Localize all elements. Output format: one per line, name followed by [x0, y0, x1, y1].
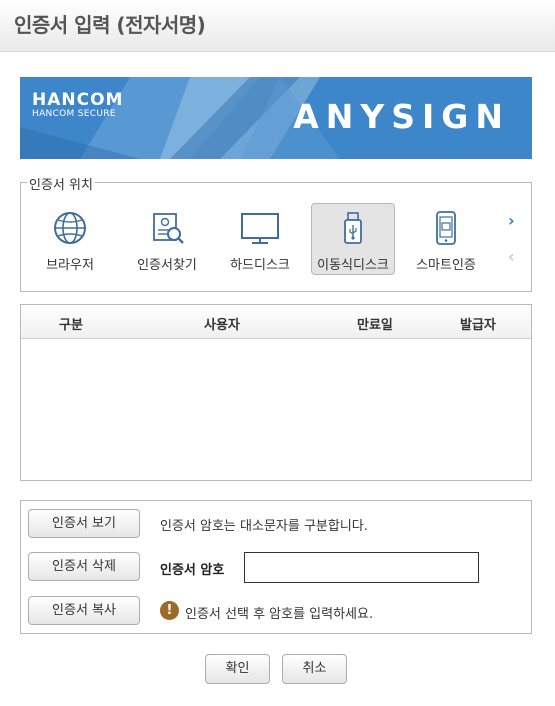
title-bar: 인증서 입력 (전자서명) [0, 0, 555, 52]
copy-certificate-button[interactable]: 인증서 복사 [28, 596, 140, 625]
anysign-banner: HANCOM HANCOM SECURE ANYSIGN [20, 77, 532, 159]
usb-drive-icon [312, 210, 394, 246]
ok-button[interactable]: 확인 [205, 654, 270, 684]
chevron-left-icon[interactable]: ‹ [508, 247, 515, 266]
delete-certificate-button[interactable]: 인증서 삭제 [28, 552, 140, 581]
password-label: 인증서 암호 [160, 563, 225, 578]
media-hard-disk[interactable]: 하드디스크 [218, 203, 302, 275]
hancom-secure-text: HANCOM SECURE [32, 109, 116, 119]
certificate-location-group: 인증서 위치 브라우저 인증서찾기 하드디스크 이동식디스크 스마트인증 › ‹ [20, 174, 532, 292]
column-expiry: 만료일 [357, 318, 393, 333]
column-user: 사용자 [204, 318, 240, 333]
chevron-right-icon[interactable]: › [508, 211, 515, 230]
smartphone-icon [405, 210, 487, 246]
column-type: 구분 [59, 318, 83, 333]
cancel-button[interactable]: 취소 [282, 654, 347, 684]
media-label: 브라우저 [46, 258, 94, 273]
location-legend: 인증서 위치 [27, 174, 95, 193]
hancom-logo: HANCOM [32, 90, 124, 110]
column-issuer: 발급자 [460, 318, 496, 333]
certificate-table[interactable]: 구분 사용자 만료일 발급자 [20, 304, 532, 481]
window-title: 인증서 입력 (전자서명) [14, 13, 206, 37]
media-label: 스마트인증 [416, 258, 476, 273]
case-sensitive-notice: 인증서 암호는 대소문자를 구분합니다. [160, 519, 368, 534]
certificate-password-input[interactable] [244, 552, 479, 583]
media-label: 인증서찾기 [137, 258, 197, 273]
warning-icon: ! [160, 601, 179, 620]
certificate-actions: 인증서 보기 인증서 암호는 대소문자를 구분합니다. 인증서 삭제 인증서 암… [20, 500, 532, 634]
view-certificate-button[interactable]: 인증서 보기 [28, 509, 140, 538]
product-name: ANYSIGN [293, 97, 510, 136]
media-browser[interactable]: 브라우저 [28, 203, 112, 275]
media-removable-disk[interactable]: 이동식디스크 [311, 203, 395, 275]
password-hint: 인증서 선택 후 암호를 입력하세요. [185, 607, 374, 622]
table-header: 구분 사용자 만료일 발급자 [21, 305, 531, 339]
media-label: 이동식디스크 [317, 258, 389, 273]
media-label: 하드디스크 [230, 258, 290, 273]
globe-icon [29, 210, 111, 246]
media-certificate-search[interactable]: 인증서찾기 [125, 203, 209, 275]
media-smart-certificate[interactable]: 스마트인증 [404, 203, 488, 275]
monitor-icon [219, 210, 301, 246]
certificate-search-icon [126, 210, 208, 246]
